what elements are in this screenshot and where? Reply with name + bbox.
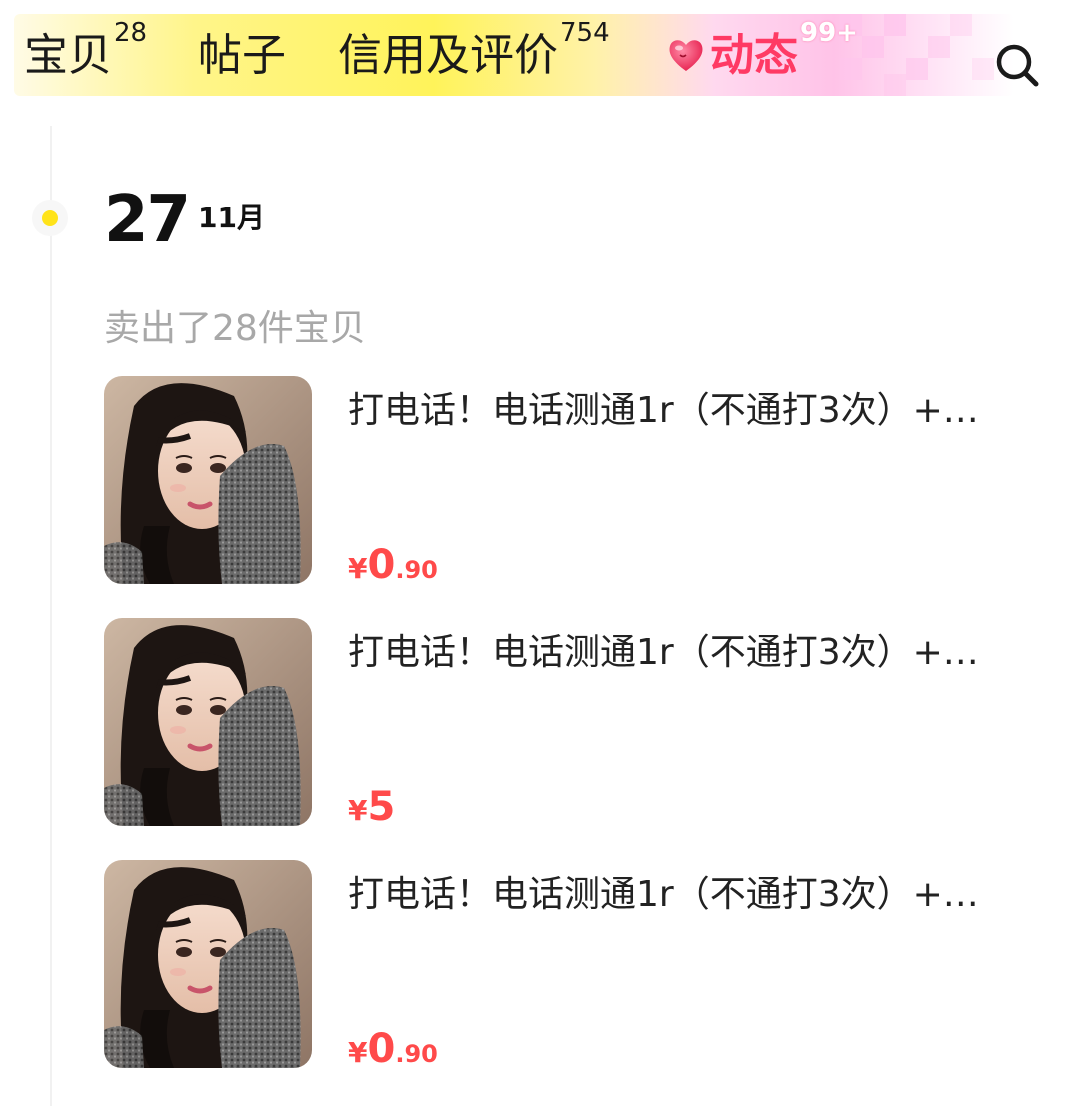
- list-item[interactable]: 打电话！电话测通1r（不通打3次）+… ¥0.90: [104, 376, 1044, 588]
- date-month: 11月: [198, 201, 265, 234]
- tab-posts[interactable]: 帖子: [198, 26, 286, 86]
- tab-items[interactable]: 宝贝28: [24, 20, 147, 86]
- price-integer: 5: [367, 784, 396, 830]
- item-title: 打电话！电话测通1r（不通打3次）+…: [348, 874, 979, 915]
- item-title: 打电话！电话测通1r（不通打3次）+…: [348, 390, 979, 431]
- item-title: 打电话！电话测通1r（不通打3次）+…: [348, 632, 979, 673]
- price-integer: 0: [367, 542, 396, 588]
- tab-badge: 754: [560, 18, 610, 48]
- item-price: ¥5: [348, 784, 395, 830]
- tab-label: 信用及评价: [338, 30, 558, 81]
- sold-summary: 卖出了28件宝贝: [104, 308, 366, 349]
- price-currency: ¥: [348, 552, 368, 585]
- search-icon[interactable]: [992, 40, 1042, 90]
- price-currency: ¥: [348, 794, 368, 827]
- item-price: ¥0.90: [348, 542, 438, 588]
- price-decimal: .90: [395, 556, 438, 584]
- heart-icon: [669, 40, 703, 71]
- price-decimal: .90: [395, 1040, 438, 1068]
- tab-activity[interactable]: 动态99+: [666, 20, 858, 86]
- price-integer: 0: [367, 1026, 396, 1072]
- tab-badge: 28: [114, 18, 148, 48]
- tab-label: 宝贝: [24, 30, 112, 81]
- timeline-line: [50, 126, 52, 1106]
- top-tab-bar: 宝贝28 帖子 信用及评价754 动态99+: [0, 0, 1080, 118]
- tab-label: 动态: [710, 30, 798, 81]
- product-thumbnail: [104, 860, 312, 1068]
- price-currency: ¥: [348, 1036, 368, 1069]
- tab-badge: 99+: [800, 18, 858, 48]
- timeline-dot: [32, 200, 68, 236]
- date-day: 27: [104, 183, 191, 257]
- item-price: ¥0.90: [348, 1026, 438, 1072]
- product-thumbnail: [104, 376, 312, 584]
- tab-credit-reviews[interactable]: 信用及评价754: [338, 20, 610, 86]
- list-item[interactable]: 打电话！电话测通1r（不通打3次）+… ¥0.90: [104, 860, 1044, 1072]
- tab-label: 帖子: [198, 30, 286, 81]
- product-thumbnail: [104, 618, 312, 826]
- list-item[interactable]: 打电话！电话测通1r（不通打3次）+… ¥5: [104, 618, 1044, 830]
